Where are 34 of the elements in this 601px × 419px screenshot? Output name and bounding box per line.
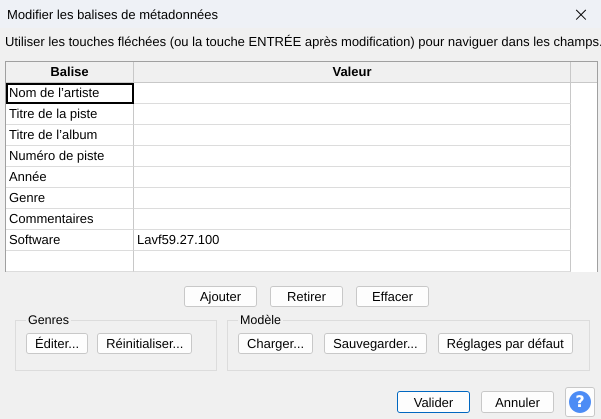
- value-cell[interactable]: [134, 146, 571, 167]
- empty-cell[interactable]: [6, 251, 134, 272]
- value-cell[interactable]: [134, 209, 571, 230]
- instruction-text: Utiliser les touches fléchées (ou la touche ENTRÉE après modification) pour naviguer dans les champs.: [4, 33, 601, 51]
- column-header: Balise: [6, 62, 134, 83]
- group-title: Modèle: [239, 313, 282, 327]
- group-button[interactable]: Éditer...: [26, 333, 88, 354]
- value-cell[interactable]: Lavf59.27.100: [134, 230, 571, 251]
- group-button[interactable]: Charger...: [238, 333, 314, 354]
- table-action-button[interactable]: Effacer: [356, 286, 429, 307]
- ok-button[interactable]: Valider: [397, 391, 470, 413]
- tag-cell[interactable]: Commentaires: [6, 209, 134, 230]
- close-button[interactable]: ×: [561, 0, 601, 28]
- group-button[interactable]: Sauvegarder...: [324, 333, 427, 354]
- group-button[interactable]: Réinitialiser...: [97, 333, 192, 354]
- tag-cell[interactable]: Software: [6, 230, 134, 251]
- value-cell[interactable]: [134, 104, 571, 125]
- tag-cell[interactable]: Genre: [6, 188, 134, 209]
- window-title: Modifier les balises de métadonnées: [7, 6, 218, 22]
- table-action-button[interactable]: Ajouter: [184, 286, 257, 307]
- group-title: Genres: [27, 313, 70, 327]
- value-cell[interactable]: [134, 167, 571, 188]
- tag-cell[interactable]: Nom de l’artiste: [6, 83, 134, 104]
- value-cell[interactable]: [134, 188, 571, 209]
- table-action-button[interactable]: Retirer: [270, 286, 343, 307]
- value-cell[interactable]: [134, 83, 571, 104]
- tag-cell[interactable]: Numéro de piste: [6, 146, 134, 167]
- value-cell[interactable]: [134, 125, 571, 146]
- tag-cell[interactable]: Titre de la piste: [6, 104, 134, 125]
- tag-cell[interactable]: Titre de l’album: [6, 125, 134, 146]
- group-button[interactable]: Réglages par défaut: [438, 333, 573, 354]
- column-header: Valeur: [134, 62, 571, 83]
- tag-cell[interactable]: Année: [6, 167, 134, 188]
- cancel-button[interactable]: Annuler: [481, 391, 554, 413]
